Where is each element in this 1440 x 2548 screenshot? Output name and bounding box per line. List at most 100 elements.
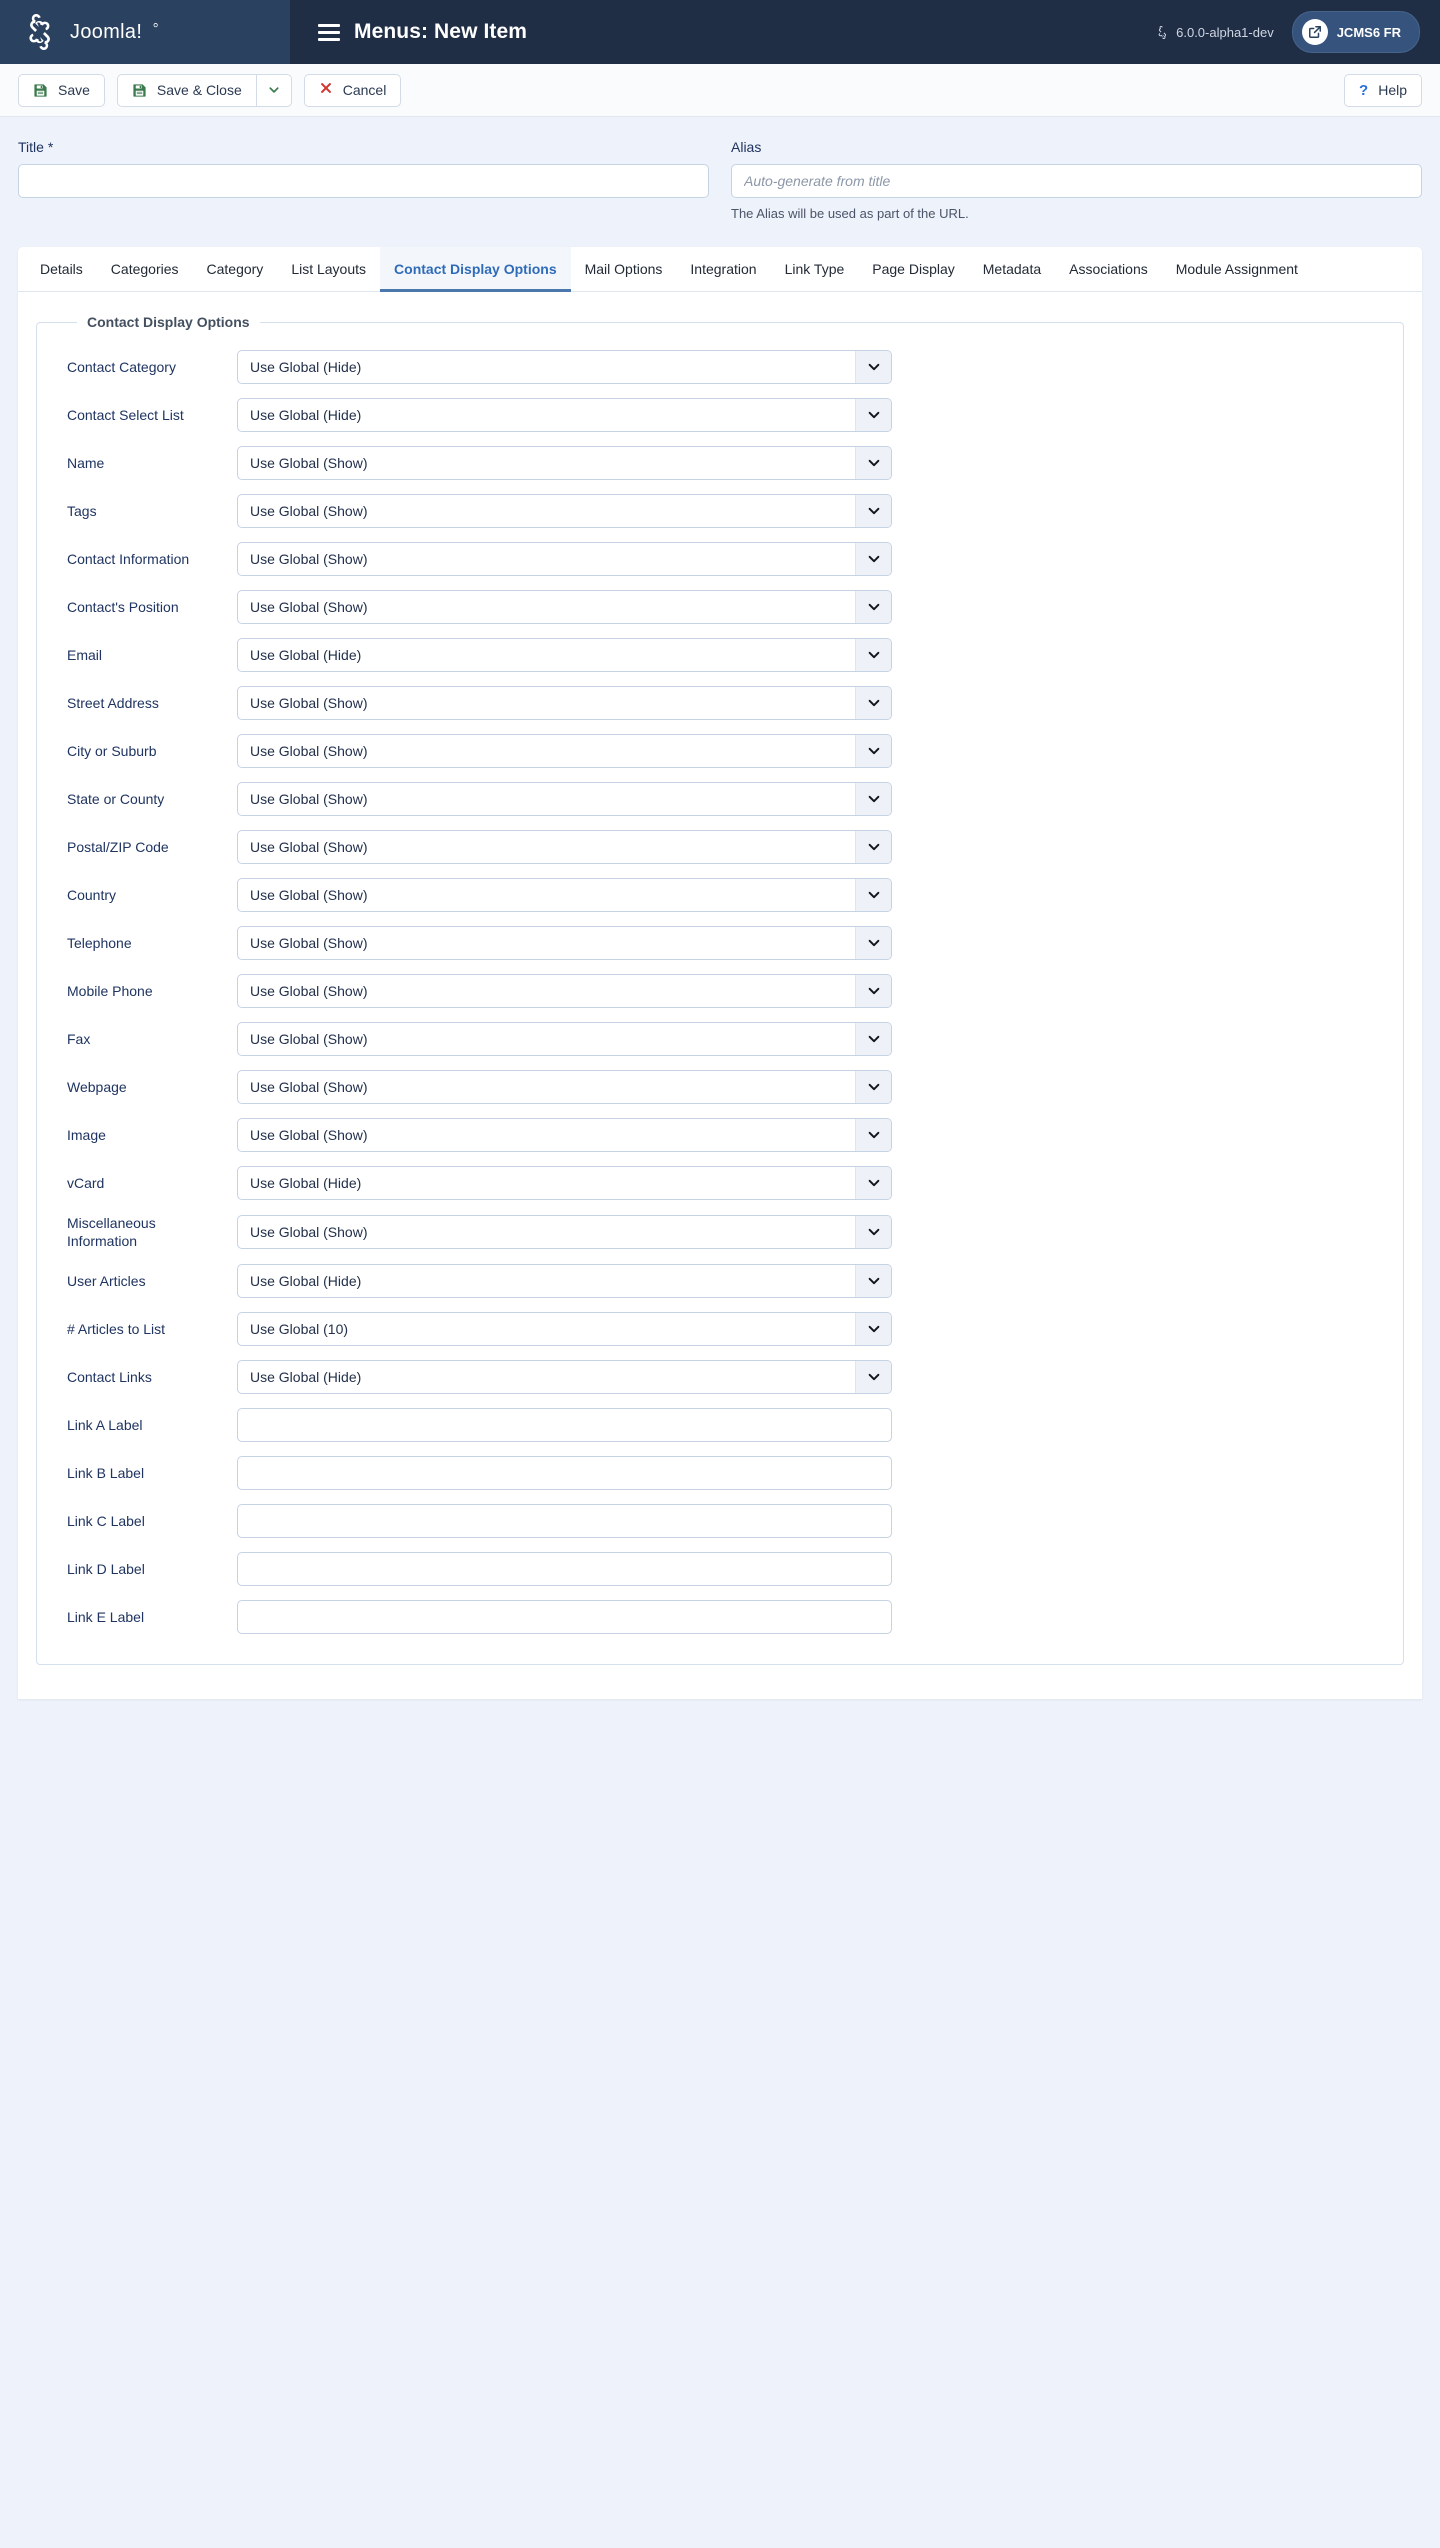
field-control: Use Global (10) xyxy=(237,1312,892,1347)
select-dropdown[interactable]: Use Global (Show) xyxy=(237,1215,892,1250)
tab-page-display[interactable]: Page Display xyxy=(858,247,969,292)
tab-mail-options[interactable]: Mail Options xyxy=(571,247,677,292)
select-dropdown[interactable]: Use Global (Hide) xyxy=(237,398,892,432)
select-dropdown[interactable]: Use Global (Show) xyxy=(237,782,892,816)
select-dropdown[interactable]: Use Global (Show) xyxy=(237,734,892,768)
select-dropdown[interactable]: Use Global (Hide) xyxy=(237,638,892,672)
help-button[interactable]: ? Help xyxy=(1344,73,1422,107)
select-dropdown[interactable]: Use Global (Hide) xyxy=(237,350,892,384)
alias-help-text: The Alias will be used as part of the UR… xyxy=(731,206,969,221)
save-and-close-button[interactable]: Save & Close xyxy=(116,73,256,107)
alias-input[interactable] xyxy=(731,164,1422,198)
tab-associations[interactable]: Associations xyxy=(1055,247,1162,292)
chevron-down-icon[interactable] xyxy=(855,399,891,431)
form-row: Miscellaneous Information Use Global (Sho… xyxy=(67,1214,1373,1250)
tab-category[interactable]: Category xyxy=(193,247,278,292)
cancel-button[interactable]: Cancel xyxy=(303,73,402,107)
form-row: Contact Select List Use Global (Hide) xyxy=(67,398,1373,432)
text-input[interactable] xyxy=(237,1600,892,1635)
select-dropdown[interactable]: Use Global (10) xyxy=(237,1312,892,1347)
chevron-down-icon[interactable] xyxy=(855,1167,891,1199)
chevron-down-icon[interactable] xyxy=(855,1216,891,1249)
text-input[interactable] xyxy=(237,1456,892,1491)
select-dropdown[interactable]: Use Global (Show) xyxy=(237,974,892,1008)
tab-categories[interactable]: Categories xyxy=(97,247,193,292)
tab-contact-display-options[interactable]: Contact Display Options xyxy=(380,247,571,292)
text-input[interactable] xyxy=(237,1552,892,1587)
external-link-icon xyxy=(1301,19,1328,45)
select-dropdown[interactable]: Use Global (Hide) xyxy=(237,1360,892,1395)
select-dropdown[interactable]: Use Global (Show) xyxy=(237,878,892,912)
form-row: # Articles to List Use Global (10) xyxy=(67,1312,1373,1347)
select-value: Use Global (Show) xyxy=(250,1079,368,1095)
text-input[interactable] xyxy=(237,1504,892,1539)
select-dropdown[interactable]: Use Global (Show) xyxy=(237,446,892,480)
select-value: Use Global (10) xyxy=(250,1321,349,1338)
title-input[interactable] xyxy=(18,164,709,198)
tab-integration[interactable]: Integration xyxy=(676,247,770,292)
chevron-down-icon[interactable] xyxy=(855,1265,891,1298)
chevron-down-icon[interactable] xyxy=(855,1361,891,1394)
chevron-down-icon[interactable] xyxy=(855,1119,891,1151)
field-label: Contact Information xyxy=(67,550,190,567)
form-row: City or Suburb Use Global (Show) xyxy=(67,734,1373,768)
tab-list-layouts[interactable]: List Layouts xyxy=(277,247,380,292)
chevron-down-icon[interactable] xyxy=(855,1023,891,1055)
chevron-down-icon[interactable] xyxy=(855,447,891,479)
chevron-down-icon[interactable] xyxy=(855,879,891,911)
select-dropdown[interactable]: Use Global (Show) xyxy=(237,926,892,960)
save-and-close-label: Save & Close xyxy=(156,82,242,98)
field-control xyxy=(237,1600,892,1635)
select-dropdown[interactable]: Use Global (Show) xyxy=(237,494,892,528)
toolbar-left-group: Save Save & Close Cancel xyxy=(18,73,402,107)
text-input[interactable] xyxy=(237,1408,892,1443)
field-label: User Articles xyxy=(67,1273,146,1290)
chevron-down-icon[interactable] xyxy=(855,1071,891,1103)
list-menu-icon[interactable] xyxy=(318,23,340,41)
form-row: Postal/ZIP Code Use Global (Show) xyxy=(67,830,1373,864)
select-dropdown[interactable]: Use Global (Show) xyxy=(237,590,892,624)
chevron-down-icon[interactable] xyxy=(855,687,891,719)
brand-wordmark: Joomla! xyxy=(70,19,223,45)
select-dropdown[interactable]: Use Global (Hide) xyxy=(237,1166,892,1200)
chevron-down-icon[interactable] xyxy=(855,351,891,383)
select-dropdown[interactable]: Use Global (Show) xyxy=(237,1022,892,1056)
select-dropdown[interactable]: Use Global (Show) xyxy=(237,542,892,576)
chevron-down-icon[interactable] xyxy=(855,831,891,863)
tab-metadata[interactable]: Metadata xyxy=(969,247,1055,292)
field-control: Use Global (Hide) xyxy=(237,1264,892,1299)
field-control: Use Global (Show) xyxy=(237,974,892,1008)
chevron-down-icon[interactable] xyxy=(855,927,891,959)
save-dropdown-toggle[interactable] xyxy=(255,73,292,107)
chevron-down-icon[interactable] xyxy=(855,639,891,671)
select-value: Use Global (Show) xyxy=(250,455,368,471)
chevron-down-icon[interactable] xyxy=(855,783,891,815)
select-dropdown[interactable]: Use Global (Show) xyxy=(237,830,892,864)
select-dropdown[interactable]: Use Global (Show) xyxy=(237,1070,892,1104)
visit-site-button[interactable]: JCMS6 FR xyxy=(1291,11,1420,53)
chevron-down-icon[interactable] xyxy=(855,591,891,623)
form-row: Mobile Phone Use Global (Show) xyxy=(67,974,1373,1008)
select-value: Use Global (Hide) xyxy=(250,1273,362,1290)
select-dropdown[interactable]: Use Global (Show) xyxy=(237,1118,892,1152)
select-dropdown[interactable]: Use Global (Hide) xyxy=(237,1264,892,1299)
tab-details[interactable]: Details xyxy=(26,247,97,292)
tab-link-type[interactable]: Link Type xyxy=(771,247,859,292)
field-label: Tags xyxy=(67,502,97,519)
field-control: Use Global (Show) xyxy=(237,1215,892,1250)
chevron-down-icon[interactable] xyxy=(855,735,891,767)
chevron-down-icon[interactable] xyxy=(855,1313,891,1346)
chevron-down-icon[interactable] xyxy=(855,543,891,575)
brand-area[interactable]: Joomla! xyxy=(0,0,290,64)
chevron-down-icon[interactable] xyxy=(855,975,891,1007)
save-button[interactable]: Save xyxy=(18,73,105,107)
form-row: Contact Category Use Global (Hide) xyxy=(67,350,1373,384)
field-control: Use Global (Show) xyxy=(237,830,892,864)
select-dropdown[interactable]: Use Global (Show) xyxy=(237,686,892,720)
chevron-down-icon[interactable] xyxy=(855,495,891,527)
save-close-group: Save & Close xyxy=(116,73,292,107)
version-text: 6.0.0-alpha1-dev xyxy=(1176,24,1274,40)
version-info: 6.0.0-alpha1-dev xyxy=(1156,25,1274,40)
select-value: Use Global (Show) xyxy=(250,983,368,999)
tab-module-assignment[interactable]: Module Assignment xyxy=(1162,247,1312,292)
